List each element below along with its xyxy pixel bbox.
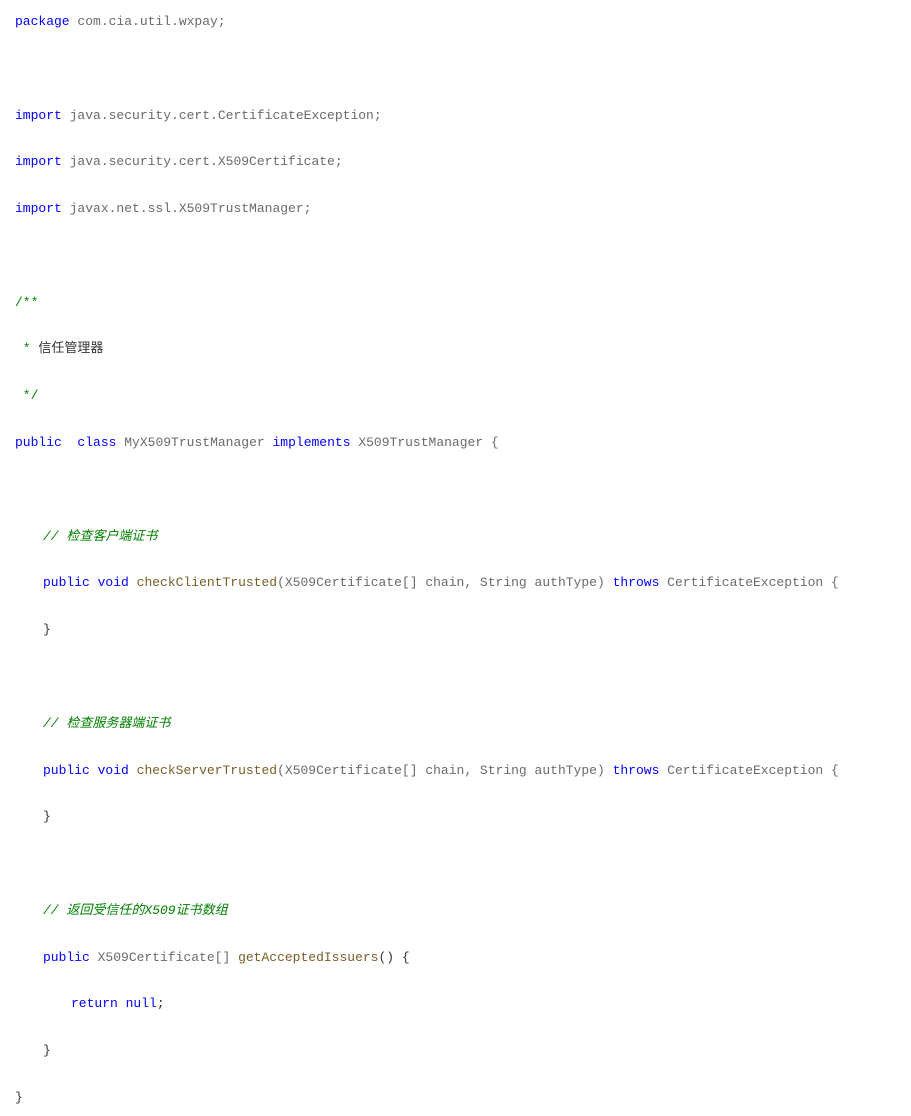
keyword-void: void <box>98 763 129 778</box>
interface-name: X509TrustManager { <box>358 435 498 450</box>
close-brace: } <box>15 618 896 641</box>
javadoc-star: * <box>15 341 38 356</box>
keyword-implements: implements <box>272 435 350 450</box>
brace: } <box>15 1090 23 1105</box>
brace: } <box>43 622 51 637</box>
comment-text: // 检查客户端证书 <box>43 529 157 544</box>
space <box>90 950 98 965</box>
close-brace: } <box>15 805 896 828</box>
keyword-public: public <box>43 763 90 778</box>
space <box>129 575 137 590</box>
method-name: checkServerTrusted <box>137 763 277 778</box>
method-signature: (X509Certificate[] chain, String authTyp… <box>277 575 612 590</box>
import-path: java.security.cert.X509Certificate; <box>62 154 343 169</box>
comment-line: // 返回受信任的X509证书数组 <box>15 899 896 922</box>
space <box>90 763 98 778</box>
space <box>129 763 137 778</box>
keyword-public: public <box>43 950 90 965</box>
space <box>62 435 78 450</box>
javadoc-line: /** <box>15 291 896 314</box>
return-stmt: return null; <box>15 992 896 1015</box>
close-brace: } <box>15 1039 896 1062</box>
return-type: X509Certificate[] <box>98 950 238 965</box>
keyword-import: import <box>15 201 62 216</box>
code-line: import javax.net.ssl.X509TrustManager; <box>15 197 896 220</box>
code-line: import java.security.cert.X509Certificat… <box>15 150 896 173</box>
comment-line: // 检查客户端证书 <box>15 525 896 548</box>
code-line: package com.cia.util.wxpay; <box>15 10 896 33</box>
blank-line <box>15 665 896 688</box>
keyword-null: null <box>126 996 157 1011</box>
package-name: com.cia.util.wxpay; <box>70 14 226 29</box>
blank-line <box>15 244 896 267</box>
space <box>90 575 98 590</box>
exception-type: CertificateException { <box>659 575 838 590</box>
keyword-import: import <box>15 154 62 169</box>
method-signature: () { <box>379 950 410 965</box>
method-decl: public void checkServerTrusted(X509Certi… <box>15 759 896 782</box>
method-signature: (X509Certificate[] chain, String authTyp… <box>277 763 612 778</box>
class-decl: public class MyX509TrustManager implemen… <box>15 431 896 454</box>
comment-line: // 检查服务器端证书 <box>15 712 896 735</box>
comment-text: // 检查服务器端证书 <box>43 716 170 731</box>
keyword-throws: throws <box>613 763 660 778</box>
javadoc-text: 信任管理器 <box>38 341 103 356</box>
keyword-throws: throws <box>613 575 660 590</box>
class-name: MyX509TrustManager <box>124 435 272 450</box>
javadoc-close: */ <box>15 388 38 403</box>
javadoc-open: /** <box>15 295 38 310</box>
keyword-return: return <box>71 996 118 1011</box>
keyword-void: void <box>98 575 129 590</box>
method-decl: public X509Certificate[] getAcceptedIssu… <box>15 946 896 969</box>
exception-type: CertificateException { <box>659 763 838 778</box>
space <box>118 996 126 1011</box>
method-name: checkClientTrusted <box>137 575 277 590</box>
blank-line <box>15 852 896 875</box>
brace: } <box>43 1043 51 1058</box>
method-decl: public void checkClientTrusted(X509Certi… <box>15 571 896 594</box>
code-line: import java.security.cert.CertificateExc… <box>15 104 896 127</box>
import-path: javax.net.ssl.X509TrustManager; <box>62 201 312 216</box>
brace: } <box>43 809 51 824</box>
semicolon: ; <box>157 996 165 1011</box>
comment-text: // 返回受信任的X509证书数组 <box>43 903 228 918</box>
javadoc-line: */ <box>15 384 896 407</box>
blank-line <box>15 57 896 80</box>
keyword-class: class <box>77 435 116 450</box>
method-name: getAcceptedIssuers <box>238 950 378 965</box>
keyword-public: public <box>15 435 62 450</box>
close-brace: } <box>15 1086 896 1109</box>
javadoc-line: * 信任管理器 <box>15 337 896 360</box>
keyword-public: public <box>43 575 90 590</box>
blank-line <box>15 478 896 501</box>
keyword-package: package <box>15 14 70 29</box>
import-path: java.security.cert.CertificateException; <box>62 108 382 123</box>
keyword-import: import <box>15 108 62 123</box>
code-block: package com.cia.util.wxpay; import java.… <box>15 10 896 1116</box>
